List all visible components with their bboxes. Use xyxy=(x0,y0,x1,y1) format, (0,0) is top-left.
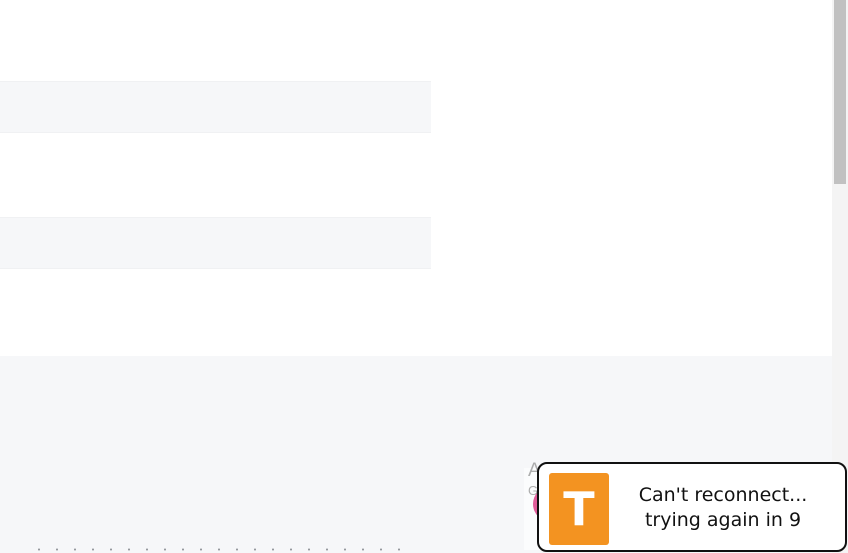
app-logo-letter: T xyxy=(563,482,595,536)
app-logo-icon: T xyxy=(549,473,609,545)
footer-text-cutoff xyxy=(30,548,410,551)
scrollbar-thumb[interactable] xyxy=(834,0,846,184)
reconnect-toast[interactable]: T Can't reconnect... trying again in 9 xyxy=(537,462,847,552)
content-row-placeholder xyxy=(0,217,431,269)
browser-viewport: Activate Windows Go to Settings to activ… xyxy=(0,0,848,553)
reconnect-message-line2: trying again in 9 xyxy=(644,509,802,531)
reconnect-message: Can't reconnect... trying again in 9 xyxy=(621,483,825,533)
reconnect-message-line1: Can't reconnect... xyxy=(638,484,808,506)
content-row-placeholder xyxy=(0,81,431,133)
